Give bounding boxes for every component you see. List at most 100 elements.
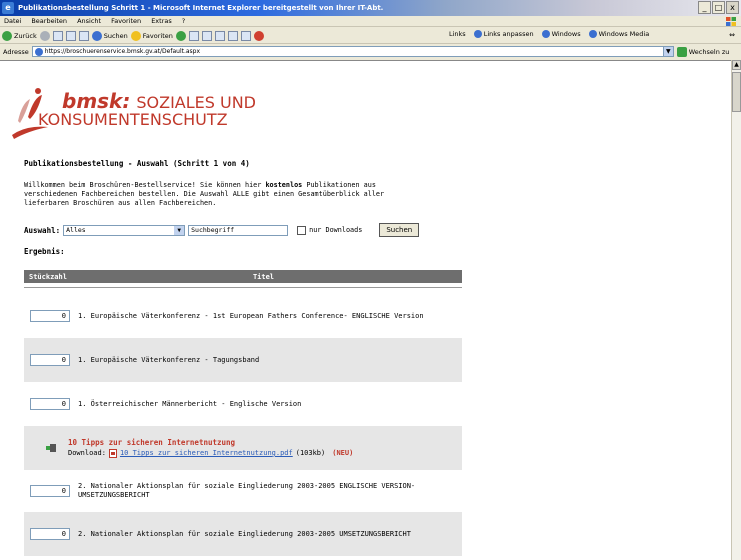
row-title: 1. Europäische Väterkonferenz - 1st Euro…: [78, 311, 424, 320]
back-button[interactable]: Zurück: [2, 30, 37, 41]
link-customize[interactable]: Links anpassen: [473, 30, 534, 38]
search-input[interactable]: Suchbegriff: [188, 224, 289, 236]
link-windows-media-label: Windows Media: [598, 30, 650, 38]
search-submit-button[interactable]: Suchen: [379, 223, 420, 237]
menu-extras[interactable]: Extras: [151, 17, 172, 25]
search-label: Suchen: [103, 31, 128, 40]
header-divider: [24, 287, 462, 288]
new-badge: (NEU): [332, 449, 354, 457]
back-label: Zurück: [14, 31, 37, 40]
category-select-value: Alles: [66, 226, 86, 234]
menu-ansicht[interactable]: Ansicht: [77, 17, 101, 25]
menu-help[interactable]: ?: [182, 17, 185, 25]
link-windows-media[interactable]: Windows Media: [588, 30, 650, 38]
messenger-icon[interactable]: [253, 30, 264, 41]
intro-bold: kostenlos: [265, 181, 303, 189]
menu-datei[interactable]: Datei: [4, 17, 21, 25]
row-title-line-1: 2. Nationaler Aktionsplan für soziale Ei…: [78, 482, 416, 490]
forward-arrow-icon[interactable]: [39, 30, 50, 41]
address-dropdown-icon[interactable]: ▼: [662, 47, 673, 56]
column-quantity: Stückzahl: [29, 272, 67, 281]
address-url: https://broschuerenservice.bmsk.gv.at/De…: [44, 48, 201, 55]
page-icon: [34, 47, 43, 56]
link-windows-label: Windows: [551, 30, 581, 38]
download-link[interactable]: 10 Tipps zur sicheren Internetnutzung.pd…: [120, 448, 293, 458]
results-table-header: Stückzahl Titel: [24, 270, 462, 283]
download-label: Download:: [68, 449, 106, 457]
column-title: Titel: [252, 272, 275, 281]
row-title: 2. Nationaler Aktionsplan für soziale Ei…: [78, 529, 411, 538]
address-input[interactable]: https://broschuerenservice.bmsk.gv.at/De…: [31, 46, 674, 57]
intro-text: Willkommen beim Broschüren-Bestellservic…: [24, 181, 424, 208]
maximize-button[interactable]: □: [712, 1, 725, 14]
page-title: Publikationsbestellung - Auswahl (Schrit…: [24, 159, 250, 168]
table-row: 0 2. Nationaler Aktionsplan für soziale …: [24, 512, 462, 556]
vertical-scrollbar[interactable]: ▲: [731, 60, 741, 560]
row-title: 1. Österreichischer Männerbericht - Engl…: [78, 399, 302, 408]
windows-logo-icon: [726, 17, 736, 26]
favorites-button[interactable]: Favoriten: [130, 30, 173, 41]
only-downloads-checkbox[interactable]: [297, 225, 307, 235]
window-controls: _ □ x: [698, 1, 739, 14]
download-icon: [46, 444, 56, 452]
back-arrow-icon: [2, 30, 12, 41]
auswahl-label: Auswahl:: [24, 225, 61, 235]
quantity-input[interactable]: 0: [30, 485, 70, 497]
search-icon: [91, 30, 102, 41]
quantity-input[interactable]: 0: [30, 354, 70, 366]
refresh-icon[interactable]: [65, 30, 76, 41]
row-title: 1. Europäische Väterkonferenz - Tagungsb…: [78, 355, 260, 364]
go-label: Wechseln zu: [688, 47, 730, 56]
close-button[interactable]: x: [726, 1, 739, 14]
scroll-thumb[interactable]: [732, 72, 741, 112]
only-downloads-label: nur Downloads: [309, 226, 363, 234]
link-windows[interactable]: Windows: [541, 30, 581, 38]
menu-favoriten[interactable]: Favoriten: [111, 17, 141, 25]
toolbar-extra-icon[interactable]: ⇔: [729, 31, 735, 39]
table-row: 0 2. Nationaler Aktionsplan für soziale …: [24, 470, 462, 512]
go-button[interactable]: Wechseln zu: [676, 46, 730, 57]
results-label: Ergebnis:: [24, 247, 65, 256]
link-icon: [588, 30, 597, 38]
search-button[interactable]: Suchen: [91, 30, 128, 41]
logo-line-2: KONSUMENTENSCHUTZ: [38, 110, 228, 129]
favorites-label: Favoriten: [142, 31, 173, 40]
quantity-input[interactable]: 0: [30, 398, 70, 410]
menu-bar: Datei Bearbeiten Ansicht Favoriten Extra…: [0, 16, 741, 27]
link-icon: [541, 30, 550, 38]
go-arrow-icon: [676, 46, 687, 57]
quantity-input[interactable]: 0: [30, 528, 70, 540]
print-icon[interactable]: [201, 30, 212, 41]
page-viewport: bmsk: SOZIALES UND KONSUMENTENSCHUTZ Publ…: [0, 60, 731, 560]
link-customize-label: Links anpassen: [483, 30, 534, 38]
pdf-icon: [108, 448, 117, 458]
discuss-icon[interactable]: [240, 30, 251, 41]
mail-icon[interactable]: [188, 30, 199, 41]
download-line: Download: 10 Tipps zur sicheren Internet…: [68, 448, 353, 458]
table-row: 10 Tipps zur sicheren Internetnutzung Do…: [24, 426, 462, 470]
table-row: 0 1. Europäische Väterkonferenz - 1st Eu…: [24, 294, 462, 338]
intro-part-1: Willkommen beim Broschüren-Bestellservic…: [24, 181, 266, 189]
address-label: Adresse: [3, 47, 29, 56]
category-select[interactable]: Alles ▼: [63, 224, 186, 236]
quantity-input[interactable]: 0: [30, 310, 70, 322]
chevron-down-icon: ▼: [174, 225, 185, 235]
address-bar: Adresse https://broschuerenservice.bmsk.…: [0, 45, 741, 58]
internet-explorer-icon: e: [2, 2, 14, 14]
links-bar: Links Links anpassen Windows Windows Med…: [449, 30, 649, 38]
history-icon[interactable]: [175, 30, 186, 41]
download-size: (103kb): [295, 449, 326, 457]
minimize-button[interactable]: _: [698, 1, 711, 14]
folder-icon[interactable]: [227, 30, 238, 41]
home-icon[interactable]: [78, 30, 89, 41]
scroll-up-icon[interactable]: ▲: [732, 60, 741, 70]
edit-icon[interactable]: [214, 30, 225, 41]
filter-row: Auswahl: Alles ▼ Suchbegriff nur Downloa…: [24, 223, 420, 237]
table-row: 0 1. Österreichischer Männerbericht - En…: [24, 382, 462, 426]
stop-icon[interactable]: [52, 30, 63, 41]
menu-bearbeiten[interactable]: Bearbeiten: [31, 17, 67, 25]
table-row: 0 1. Europäische Väterkonferenz - Tagung…: [24, 338, 462, 382]
table-row: [24, 556, 462, 560]
star-icon: [130, 30, 141, 41]
window-titlebar: e Publikationsbestellung Schritt 1 - Mic…: [0, 0, 741, 16]
